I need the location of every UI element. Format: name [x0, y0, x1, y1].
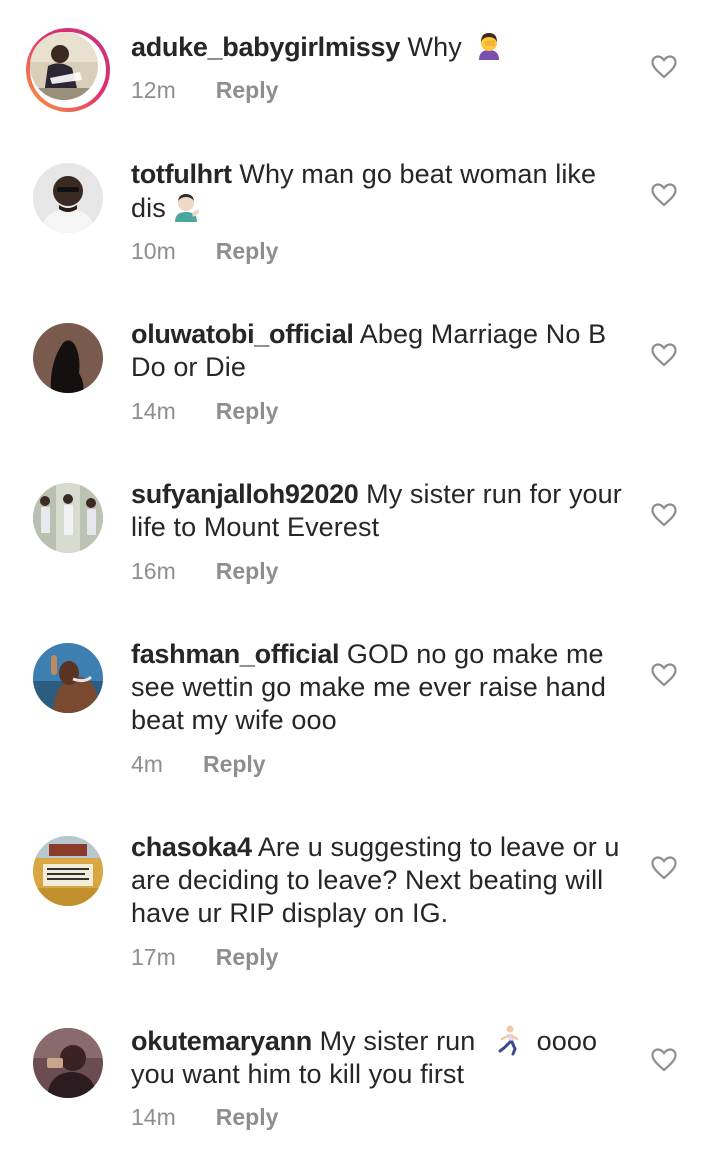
comment-meta: 4m Reply — [131, 750, 266, 778]
comment-timestamp: 17m — [131, 944, 176, 970]
comment-text: oluwatobi_official Abeg Marriage No B Do… — [131, 318, 631, 384]
comment-timestamp: 12m — [131, 77, 176, 103]
comment-username[interactable]: totfulhrt — [131, 159, 232, 189]
heart-outline-icon[interactable] — [651, 663, 677, 687]
heart-outline-icon[interactable] — [651, 503, 677, 527]
reply-button[interactable]: Reply — [216, 397, 279, 425]
reply-button[interactable]: Reply — [216, 1103, 279, 1131]
comment-username[interactable]: oluwatobi_official — [131, 319, 354, 349]
reply-button[interactable]: Reply — [216, 557, 279, 585]
reply-button[interactable]: Reply — [216, 237, 279, 265]
comment-meta: 14m Reply — [131, 397, 278, 425]
comment-timestamp: 10m — [131, 238, 176, 264]
comment-username[interactable]: sufyanjalloh92020 — [131, 479, 359, 509]
comment-body: My sister run — [319, 1026, 476, 1056]
avatar[interactable] — [33, 836, 103, 906]
comment-timestamp: 4m — [131, 751, 163, 777]
heart-outline-icon[interactable] — [651, 55, 677, 79]
avatar[interactable] — [33, 1028, 103, 1098]
avatar[interactable] — [33, 483, 103, 553]
comment-username[interactable]: aduke_babygirlmissy — [131, 32, 400, 62]
comment-text: totfulhrt Why man go beat woman like dis — [131, 158, 631, 225]
reply-button[interactable]: Reply — [216, 943, 279, 971]
comment-username[interactable]: fashman_official — [131, 639, 340, 669]
comment-timestamp: 14m — [131, 398, 176, 424]
comment-text: sufyanjalloh92020 My sister run for your… — [131, 478, 631, 544]
woman-facepalming-emoji — [473, 30, 505, 62]
comment-timestamp: 16m — [131, 558, 176, 584]
comment-username[interactable]: okutemaryann — [131, 1026, 312, 1056]
comment-body: Why — [407, 32, 462, 62]
comment-meta: 14m Reply — [131, 1103, 278, 1131]
avatar-with-story-ring[interactable] — [26, 28, 110, 112]
heart-outline-icon[interactable] — [651, 343, 677, 367]
comment-username[interactable]: chasoka4 — [131, 832, 252, 862]
heart-outline-icon[interactable] — [651, 183, 677, 207]
avatar[interactable] — [33, 163, 103, 233]
comment-text: aduke_babygirlmissy Why — [131, 30, 631, 64]
reply-button[interactable]: Reply — [203, 750, 266, 778]
comment-meta: 16m Reply — [131, 557, 278, 585]
comment-meta: 10m Reply — [131, 237, 278, 265]
comment-text: chasoka4 Are u suggesting to leave or u … — [131, 831, 631, 930]
comment-timestamp: 14m — [131, 1104, 176, 1130]
reply-button[interactable]: Reply — [216, 76, 279, 104]
heart-outline-icon[interactable] — [651, 1048, 677, 1072]
woman-running-emoji — [491, 1024, 523, 1056]
comment-text: okutemaryann My sister run oooo you want… — [131, 1024, 631, 1091]
comment-meta: 12m Reply — [131, 76, 278, 104]
avatar[interactable] — [33, 323, 103, 393]
comment-meta: 17m Reply — [131, 943, 278, 971]
heart-outline-icon[interactable] — [651, 856, 677, 880]
avatar[interactable] — [33, 643, 103, 713]
comment-text: fashman_official GOD no go make me see w… — [131, 638, 631, 737]
man-tipping-hand-emoji — [170, 191, 202, 223]
